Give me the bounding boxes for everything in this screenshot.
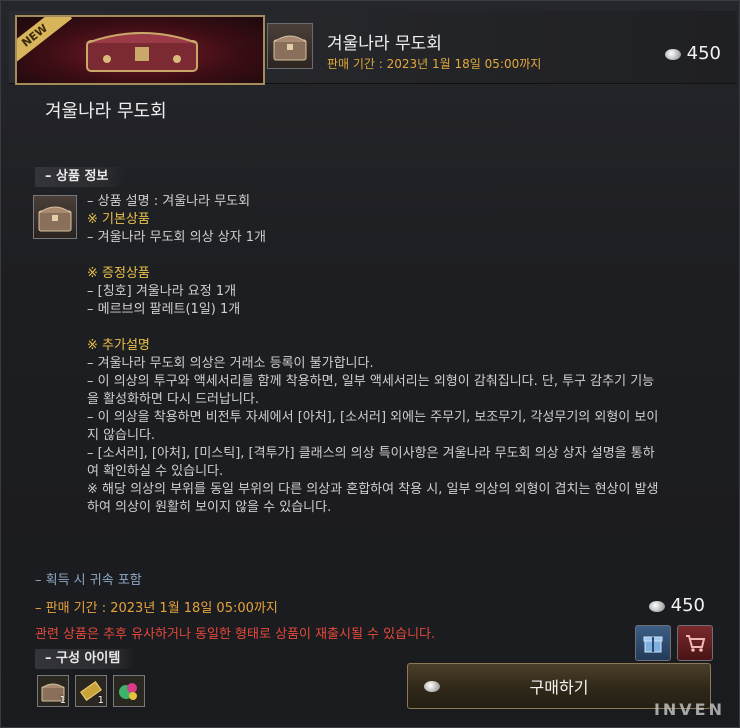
product-banner-image: NEW xyxy=(15,15,265,85)
product-thumbnail xyxy=(267,23,313,69)
header-price: 450 xyxy=(664,43,721,64)
description-line: – 이 의상의 투구와 액세서리를 함께 착용하면, 일부 액세서리는 외형이 … xyxy=(87,374,655,389)
header-price-value: 450 xyxy=(686,43,721,64)
palette-icon xyxy=(119,683,137,700)
product-window: NEW 겨울나라 무도회 판매 기간 : 2023년 1월 18일 05:00까… xyxy=(0,0,740,728)
description-line: – 메르브의 팔레트(1일) 1개 xyxy=(87,302,241,317)
page-title: 겨울나라 무도회 xyxy=(45,101,167,122)
product-description: – 상품 설명 : 겨울나라 무도회 ※ 기본상품 – 겨울나라 무도회 의상 상자… xyxy=(87,193,727,517)
component-costume-box[interactable]: 1 xyxy=(37,675,69,707)
bind-on-acquire-note: – 획득 시 귀속 포함 xyxy=(35,573,142,588)
component-title-ticket[interactable]: 1 xyxy=(75,675,107,707)
sale-period-note: – 판매 기간 : 2023년 1월 18일 05:00까지 xyxy=(35,601,278,616)
description-line: – 겨울나라 무도회 의상 상자 1개 xyxy=(87,230,266,245)
product-info-header: – 상품 정보 xyxy=(35,167,125,187)
description-line: 하여 의상이 원활히 보이지 않을 수 있습니다. xyxy=(87,500,332,515)
description-line: ※ 해당 의상의 부위를 동일 부위의 다른 의상과 혼합하여 착용 시, 일부… xyxy=(87,482,659,497)
silver-coin-icon xyxy=(424,681,440,692)
description-line: 지 않습니다. xyxy=(87,428,156,443)
description-line: – 겨울나라 무도회 의상은 거래소 등록이 불가합니다. xyxy=(87,356,374,371)
product-price-value: 450 xyxy=(670,595,705,616)
chest-icon xyxy=(38,206,72,232)
component-count: 1 xyxy=(59,695,66,706)
silver-coin-icon xyxy=(648,600,665,612)
chest-thumbnail-icon xyxy=(273,35,307,61)
gift-icon xyxy=(643,636,663,653)
description-line: – 상품 설명 : 겨울나라 무도회 xyxy=(87,194,251,209)
cart-button[interactable] xyxy=(677,625,713,661)
description-subheading: ※ 추가설명 xyxy=(87,338,150,353)
description-subheading: ※ 증정상품 xyxy=(87,266,150,281)
new-badge: NEW xyxy=(17,17,73,68)
product-item-icon xyxy=(33,195,77,239)
product-price: 450 xyxy=(648,595,705,616)
description-line: 여 확인하실 수 있습니다. xyxy=(87,464,224,479)
buy-button-label: 구매하기 xyxy=(529,678,589,697)
description-line: – [소서러], [아처], [미스틱], [격투가] 클래스의 의상 특이사항… xyxy=(87,446,655,461)
component-count: 1 xyxy=(97,695,104,706)
cart-icon xyxy=(686,635,706,652)
description-subheading: ※ 기본상품 xyxy=(87,212,150,227)
header-title: 겨울나라 무도회 xyxy=(327,34,442,54)
components-header: – 구성 아이템 xyxy=(35,649,137,669)
silver-coin-icon xyxy=(664,48,681,60)
product-header: NEW 겨울나라 무도회 판매 기간 : 2023년 1월 18일 05:00까… xyxy=(9,11,737,85)
component-palette[interactable] xyxy=(113,675,145,707)
chest-icon xyxy=(86,32,198,72)
description-line: – [칭호] 겨울나라 요정 1개 xyxy=(87,284,237,299)
rerelease-warning: 관련 상품은 추후 유사하거나 동일한 형태로 상품이 재출시될 수 있습니다. xyxy=(35,627,436,642)
gift-button[interactable] xyxy=(635,625,671,661)
header-sale-period: 판매 기간 : 2023년 1월 18일 05:00까지 xyxy=(327,57,542,71)
description-line: – 이 의상을 착용하면 비전투 자세에서 [아처], [소서러] 외에는 주무… xyxy=(87,410,659,425)
description-line: 을 활성화하면 다시 드러납니다. xyxy=(87,392,260,407)
watermark-logo: INVEN xyxy=(653,700,725,719)
